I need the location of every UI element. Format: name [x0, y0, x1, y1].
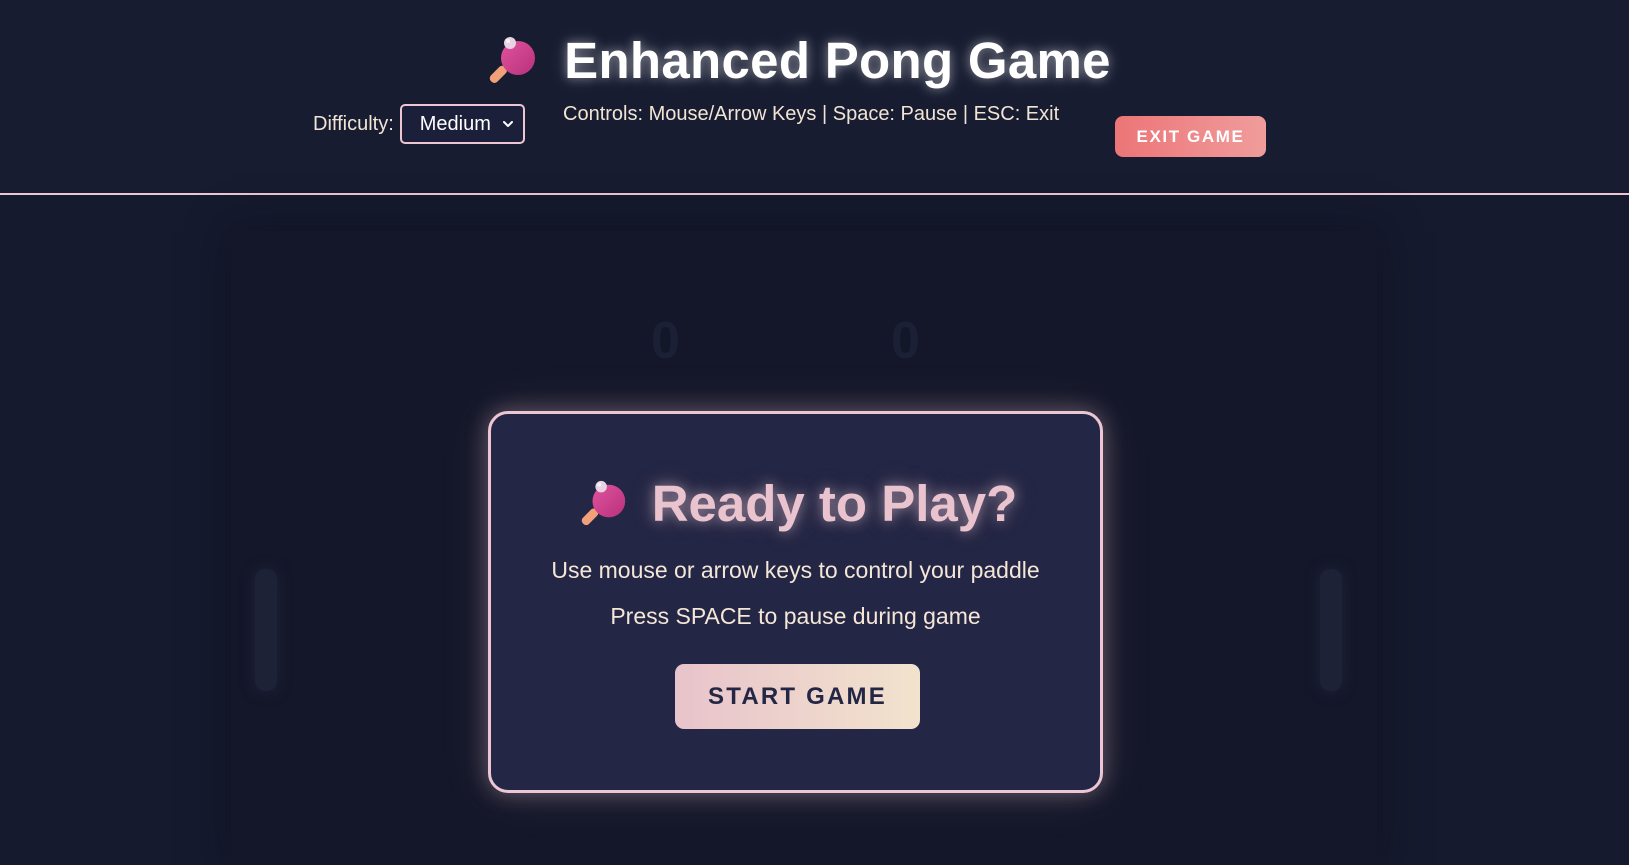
page-title: Enhanced Pong Game [564, 31, 1111, 89]
difficulty-selected-value: Medium [419, 112, 491, 135]
difficulty-select[interactable]: Medium [399, 104, 525, 144]
instruction-mouse: Use mouse or arrow keys to control your … [551, 557, 1040, 583]
chevron-down-icon [502, 121, 513, 127]
controls-hint: Controls: Mouse/Arrow Keys | Space: Paus… [563, 103, 1060, 125]
start-game-button[interactable]: START GAME [675, 664, 920, 729]
modal-title: Ready to Play? [651, 474, 1018, 532]
start-modal: Ready to Play? Use mouse or arrow keys t… [488, 411, 1103, 793]
ping-pong-paddle-icon [581, 480, 625, 526]
game-header: Enhanced Pong Game Difficulty: Medium Co… [0, 0, 1629, 195]
left-paddle [255, 569, 277, 691]
modal-title-row: Ready to Play? [491, 471, 1100, 535]
right-paddle [1320, 569, 1342, 691]
exit-game-button[interactable]: EXIT GAME [1115, 116, 1266, 157]
title-row: Enhanced Pong Game [0, 28, 1629, 92]
difficulty-control: Difficulty: Medium [313, 104, 525, 144]
ping-pong-paddle-icon [489, 37, 536, 83]
difficulty-label: Difficulty: [313, 112, 394, 135]
score-right: 0 [891, 312, 920, 370]
score-left: 0 [651, 312, 680, 370]
instruction-pause: Press SPACE to pause during game [610, 603, 981, 629]
